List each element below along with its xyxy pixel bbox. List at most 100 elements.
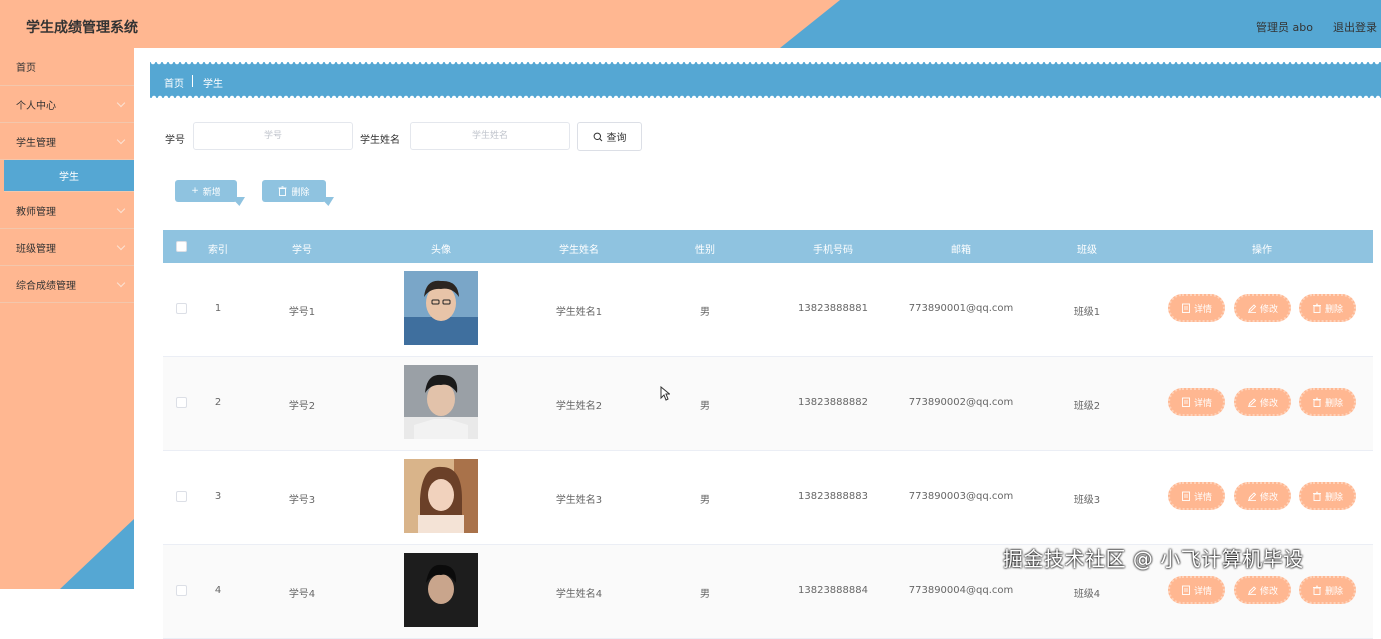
delete-button[interactable]: 删除 [1299,388,1356,416]
edit-button-label: 修改 [1259,586,1278,597]
row-index: 2 [214,397,222,408]
trash-icon [1312,585,1321,595]
row-class: 班级2 [1073,401,1101,412]
row-student-no: 学号2 [288,401,316,412]
row-email: 773890003@qq.com [908,491,1014,502]
student-name-label: 学生姓名 [360,135,400,146]
sidebar-item-score-management[interactable]: 综合成绩管理 [0,266,134,303]
plus-icon: + [191,186,199,196]
delete-button[interactable]: 删除 [1299,576,1356,604]
row-class: 班级1 [1073,307,1101,318]
table-row: 3 学号3 学生姓名3 男 13823888883 773890003@qq.com 班级3… [163,451,1373,545]
detail-button[interactable]: 详情 [1168,482,1225,510]
avatar [404,365,478,439]
row-student-no: 学号4 [288,589,316,600]
row-class: 班级4 [1073,589,1101,600]
row-phone: 13823888881 [798,303,868,314]
sidebar-item-label: 首页 [16,63,36,74]
row-student-name: 学生姓名2 [555,401,603,412]
chevron-down-icon [116,241,126,251]
row-index: 3 [214,491,222,502]
sidebar-item-label: 班级管理 [16,243,56,255]
watermark: 掘金技术社区 @ 小飞计算机毕设 [1003,547,1304,571]
row-phone: 13823888884 [798,585,868,596]
batch-delete-button-label: 删除 [291,187,310,198]
sidebar-item-student-management[interactable]: 学生管理 [0,123,134,160]
sidebar-item-label: 学生管理 [16,137,56,149]
edit-button[interactable]: 修改 [1234,294,1291,322]
edit-button[interactable]: 修改 [1234,576,1291,604]
row-gender: 男 [700,495,710,506]
add-button-label: 新增 [202,187,221,198]
student-table: 索引 学号 头像 学生姓名 性别 手机号码 邮箱 班级 操作 1 学号1 学生姓名1… [163,230,1373,639]
row-gender: 男 [700,307,710,318]
pencil-icon [1247,492,1257,501]
edit-button[interactable]: 修改 [1234,388,1291,416]
row-email: 773890002@qq.com [908,397,1014,408]
logout-link[interactable]: 退出登录 [1333,19,1377,35]
row-index: 4 [214,585,222,596]
student-name-input[interactable] [410,122,570,150]
trash-icon [1312,491,1321,501]
row-checkbox[interactable] [176,585,187,596]
app-title: 学生成绩管理系统 [26,20,138,36]
breadcrumb: 首页 学生 [150,62,1381,98]
sidebar-item-teacher-management[interactable]: 教师管理 [0,192,134,229]
row-gender: 男 [700,401,710,412]
sidebar-item-label: 教师管理 [16,206,56,218]
row-phone: 13823888883 [798,491,868,502]
detail-button-label: 详情 [1193,304,1212,315]
detail-button[interactable]: 详情 [1168,388,1225,416]
row-email: 773890001@qq.com [908,303,1014,314]
batch-delete-button[interactable]: 删除 [262,180,326,202]
row-checkbox[interactable] [176,397,187,408]
col-header: 操作 [1252,245,1272,256]
edit-button[interactable]: 修改 [1234,482,1291,510]
sidebar: 首页 个人中心 学生管理 学生 教师管理 班级管理 综合成绩管理 [0,48,134,589]
col-header: 性别 [695,245,715,256]
admin-user: 管理员 abo [1256,21,1313,34]
chevron-down-icon [116,204,126,214]
edit-button-label: 修改 [1259,492,1278,503]
delete-button-label: 删除 [1324,304,1343,315]
query-button[interactable]: 查询 [577,122,642,151]
row-email: 773890004@qq.com [908,585,1014,596]
top-header: 学生成绩管理系统 管理员 abo 退出登录 [0,0,1381,48]
sidebar-item-home[interactable]: 首页 [0,48,134,86]
row-student-name: 学生姓名3 [555,495,603,506]
chevron-down-icon [116,135,126,145]
mouse-cursor [660,385,671,404]
avatar [404,271,478,345]
trash-icon [1312,303,1321,313]
sidebar-item-class-management[interactable]: 班级管理 [0,229,134,266]
row-checkbox[interactable] [176,303,187,314]
detail-button-label: 详情 [1193,492,1212,503]
search-icon [593,132,602,141]
detail-button[interactable]: 详情 [1168,576,1225,604]
pencil-icon [1247,586,1257,595]
row-student-name: 学生姓名4 [555,589,603,600]
sidebar-item-student[interactable]: 学生 [4,160,134,192]
sidebar-corner-decoration [60,519,134,589]
chevron-down-icon [116,98,126,108]
sidebar-item-personal-center[interactable]: 个人中心 [0,86,134,123]
breadcrumb-home[interactable]: 首页 [164,75,184,90]
doc-icon [1182,585,1190,595]
table-header: 索引 学号 头像 学生姓名 性别 手机号码 邮箱 班级 操作 [163,230,1373,263]
row-student-name: 学生姓名1 [555,307,603,318]
detail-button-label: 详情 [1193,398,1212,409]
col-header: 班级 [1077,245,1097,256]
delete-button[interactable]: 删除 [1299,294,1356,322]
select-all-checkbox[interactable] [176,241,187,252]
col-header: 邮箱 [951,245,971,256]
col-header: 头像 [431,245,451,256]
row-checkbox[interactable] [176,491,187,502]
query-button-label: 查询 [606,133,627,144]
edit-button-label: 修改 [1259,304,1278,315]
row-student-no: 学号1 [288,307,316,318]
add-button[interactable]: + 新增 [175,180,237,202]
student-no-input[interactable] [193,122,353,150]
edit-button-label: 修改 [1259,398,1278,409]
detail-button[interactable]: 详情 [1168,294,1225,322]
delete-button[interactable]: 删除 [1299,482,1356,510]
